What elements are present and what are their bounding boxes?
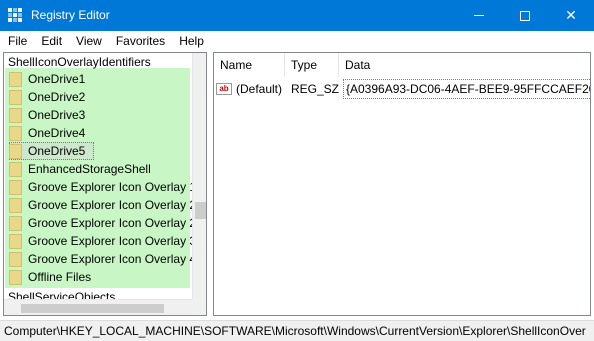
vertical-scroll-thumb[interactable] xyxy=(195,202,206,219)
tree-item-onedrive3[interactable]: OneDrive3 xyxy=(9,106,199,124)
tree-item-offline-files[interactable]: Offline Files xyxy=(9,268,199,286)
menu-help[interactable]: Help xyxy=(172,31,211,51)
tree-vertical-scrollbar[interactable] xyxy=(192,53,206,299)
folder-icon xyxy=(9,269,22,285)
folder-icon xyxy=(9,179,22,195)
folder-icon xyxy=(9,125,22,141)
tree-item-label: EnhancedStorageShell xyxy=(28,162,151,176)
value-type: REG_SZ xyxy=(291,82,340,96)
tree-item-label: Groove Explorer Icon Overlay 4 xyxy=(28,252,197,266)
folder-icon xyxy=(9,71,22,87)
tree-item-label: OneDrive4 xyxy=(28,126,86,140)
tree-item-onedrive5[interactable]: OneDrive5 xyxy=(9,142,199,160)
tree-item-label: Groove Explorer Icon Overlay 2 xyxy=(28,198,197,212)
tree-item-label: Groove Explorer Icon Overlay 2 xyxy=(28,216,197,230)
maximize-icon xyxy=(520,10,530,21)
folder-icon xyxy=(9,89,22,105)
horizontal-scroll-thumb[interactable] xyxy=(21,304,164,313)
column-header-name[interactable]: Name xyxy=(214,53,285,77)
tree-horizontal-scrollbar[interactable] xyxy=(4,299,192,315)
close-button[interactable]: ✕ xyxy=(548,0,594,31)
tree-item-onedrive2[interactable]: OneDrive2 xyxy=(9,88,199,106)
tree-item-label: Groove Explorer Icon Overlay 3 xyxy=(28,234,197,248)
tree-item-groove-overlay-2b[interactable]: Groove Explorer Icon Overlay 2 xyxy=(9,214,199,232)
value-name: (Default) xyxy=(236,82,283,96)
registry-editor-icon xyxy=(8,8,24,24)
tree-item-onedrive1[interactable]: OneDrive1 xyxy=(9,70,199,88)
menu-favorites[interactable]: Favorites xyxy=(109,31,172,51)
tree-item-groove-overlay-3[interactable]: Groove Explorer Icon Overlay 3 xyxy=(9,232,199,250)
column-header-type[interactable]: Type xyxy=(285,53,339,77)
tree-item-label: OneDrive3 xyxy=(28,108,86,122)
tree-item-label: OneDrive5 xyxy=(28,144,86,158)
folder-icon xyxy=(9,143,22,159)
tree-item-label: Offline Files xyxy=(28,270,92,284)
menu-file[interactable]: File xyxy=(0,31,34,51)
minimize-button[interactable] xyxy=(456,0,502,31)
column-header-data[interactable]: Data xyxy=(339,53,590,77)
title-bar[interactable]: Registry Editor ✕ xyxy=(0,0,594,31)
tree-item-shelliconoverlayidentifiers[interactable]: ShellIconOverlayIdentifiers xyxy=(8,53,198,71)
tree-item-onedrive4[interactable]: OneDrive4 xyxy=(9,124,199,142)
registry-tree-pane[interactable]: ShellIconOverlayIdentifiers OneDrive1 On… xyxy=(3,52,207,316)
folder-icon xyxy=(9,233,22,249)
tree-item-groove-overlay-1[interactable]: Groove Explorer Icon Overlay 1 xyxy=(9,178,199,196)
folder-icon xyxy=(9,251,22,267)
menu-bar: File Edit View Favorites Help xyxy=(0,31,594,51)
status-bar: Computer\HKEY_LOCAL_MACHINE\SOFTWARE\Mic… xyxy=(0,320,594,341)
tree-item-groove-overlay-4[interactable]: Groove Explorer Icon Overlay 4 xyxy=(9,250,199,268)
menu-view[interactable]: View xyxy=(69,31,109,51)
scroll-corner xyxy=(192,299,206,315)
tree-item-label: OneDrive1 xyxy=(28,72,86,86)
minimize-icon xyxy=(474,15,484,16)
folder-icon xyxy=(9,107,22,123)
folder-icon xyxy=(9,215,22,231)
value-name-cell: ab (Default) xyxy=(216,80,282,98)
tree-item-label: Groove Explorer Icon Overlay 1 xyxy=(28,180,197,194)
folder-icon xyxy=(9,197,22,213)
value-row[interactable]: ab (Default) REG_SZ {A0396A93-DC06-4AEF-… xyxy=(216,79,590,99)
tree-item-label: OneDrive2 xyxy=(28,90,86,104)
tree-item-enhancedstorageshell[interactable]: EnhancedStorageShell xyxy=(9,160,199,178)
folder-icon xyxy=(9,161,22,177)
value-data: {A0396A93-DC06-4AEF-BEE9-95FFCCAEF20E} xyxy=(342,79,590,99)
window-title: Registry Editor xyxy=(31,8,110,22)
string-value-icon: ab xyxy=(216,83,232,95)
tree-item-label: ShellIconOverlayIdentifiers xyxy=(8,55,151,69)
tree-item-groove-overlay-2a[interactable]: Groove Explorer Icon Overlay 2 xyxy=(9,196,199,214)
menu-edit[interactable]: Edit xyxy=(34,31,69,51)
registry-values-pane[interactable]: Name Type Data ab (Default) REG_SZ {A039… xyxy=(213,52,591,316)
registry-path: Computer\HKEY_LOCAL_MACHINE\SOFTWARE\Mic… xyxy=(4,324,586,338)
close-icon: ✕ xyxy=(565,7,577,23)
maximize-button[interactable] xyxy=(502,0,548,31)
